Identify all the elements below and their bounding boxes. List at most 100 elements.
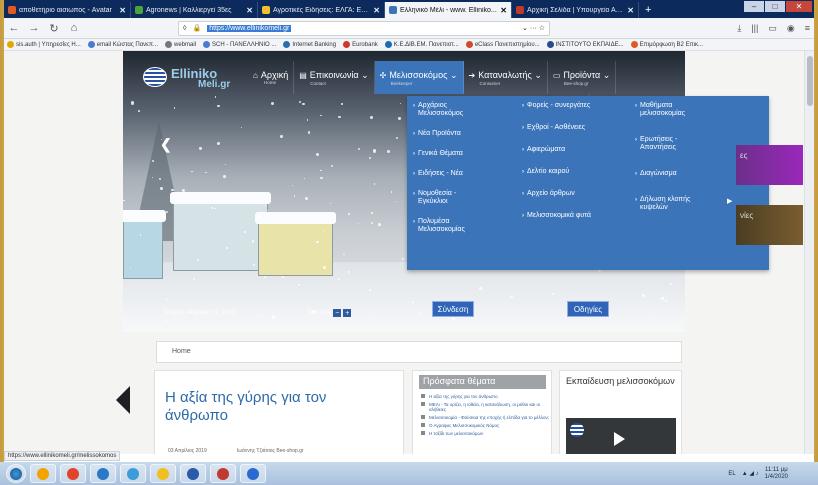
recent-topic-link[interactable]: Μελισσοκομία - Φαύσκια της εποχής ή ελπί… [421,415,549,420]
bookmark-item[interactable]: Internet Banking [283,41,336,48]
dropdown-item[interactable]: › Μελισσοκομικά φυτά [522,212,591,220]
close-tab-icon[interactable]: ✕ [119,6,126,15]
slideshow-prev-icon[interactable]: ❮ [160,136,172,153]
bookmark-item[interactable]: ΙΝΣΤΙΤΟΥΤΟ ΕΚΠΑΙΔΕ... [546,41,624,48]
bookmark-item[interactable]: webmail [165,41,196,48]
bookmark-icon [203,41,211,48]
recent-topic-link[interactable]: Ο Αγραφος Μελισσοκομικός Νόμος [421,423,549,428]
dropdown-item[interactable]: › Νέα Προϊόντα [413,130,482,138]
dropdown-item[interactable]: › Δελτίο καιρού [522,168,591,176]
taskbar-app-icon[interactable] [240,464,266,483]
dropdown-item[interactable]: › Δήλωση κλοπής κυψελών [635,196,704,212]
bookmark-item[interactable]: email Κώστας Πανεπ... [87,41,158,48]
page-actions-icon[interactable]: ⌄ ··· ☆ [522,24,545,32]
beehive-image [123,210,166,279]
minimize-button[interactable]: – [744,1,764,12]
menu-item[interactable]: ➔ Καταναλωτής ⌄ Consumer [464,61,548,94]
bookmark-item[interactable]: Eurobank [343,41,378,48]
download-icon[interactable]: ⤓ [737,23,741,34]
browser-tab[interactable]: Αγροτικές Ειδήσεις: ΕΛΓΑ: Επι... ✕ [258,2,385,18]
dropdown-item[interactable]: › Διαγώνισμα [635,170,704,178]
taskbar-app-icon[interactable] [90,464,116,483]
dropdown-item[interactable]: › Νομοθεσία - Εγκύκλιοι [413,190,482,206]
guides-button[interactable]: Οδηγίες [567,301,609,317]
page-scrollbar[interactable] [804,51,814,454]
menu-item-label: Προϊόντα [563,69,601,80]
taskbar-app-icon[interactable] [30,464,56,483]
dropdown-item[interactable]: › Μαθήματα μελισσοκομίας [635,102,704,118]
training-video[interactable] [566,418,676,454]
beehive-image [255,212,336,276]
chevron-right-icon: › [522,169,524,175]
taskbar-app-icon[interactable] [150,464,176,483]
account-icon[interactable]: ◉ [787,23,795,34]
back-icon[interactable]: ← [8,22,20,34]
recent-topic-link[interactable]: ΜΕΛι - Τα ορίζει, η ιοθεία, η κατανάλωση… [421,402,549,412]
reload-icon[interactable]: ↻ [48,22,60,35]
language-indicator[interactable]: EL [728,471,735,477]
bookmark-item[interactable]: eClass Πανεπιστημίου... [465,41,540,48]
close-tab-icon[interactable]: ✕ [373,6,380,15]
tab-title: Ελληνικό Μέλι - www. Elliniko... [400,6,497,14]
menu-item[interactable]: ▭ Προϊόντα ⌄ Bee-shop.gr [548,61,617,94]
dropdown-item[interactable]: › Εχθροί - Ασθένειες [522,124,591,132]
taskbar-app-icon[interactable] [60,464,86,483]
menu-item[interactable]: ⌂ Αρχική Home [248,61,295,94]
dropdown-item[interactable]: › Αφιερώματα [522,146,591,154]
menu-icon[interactable]: ≡ [805,23,810,34]
browser-tab[interactable]: Ελληνικό Μέλι - www. Elliniko... ✕ [385,2,512,18]
start-button[interactable] [6,464,26,483]
home-button-icon[interactable]: ⌂ [68,22,80,34]
dropdown-item-label: Νέα Προϊόντα [418,130,461,137]
close-tab-icon[interactable]: ✕ [627,6,634,15]
bookmark-item[interactable]: SCH - ΠΑΝΕΛΛΗΝΙΟ ... [203,41,276,48]
dropdown-item[interactable]: › Ερωτήσεις - Απαντήσεις [635,136,704,152]
menu-item[interactable]: ▤ Επικοινωνία ⌄ Contact [294,61,375,94]
dropdown-item[interactable]: › Πολυμέσα Μελισσοκομίας [413,218,482,234]
bookmark-item[interactable]: sis.auth | Υπηρεσίες Η... [7,41,81,48]
sidebar-icon[interactable]: ▭ [768,23,777,34]
dropdown-item[interactable]: › Ειδήσεις - Νέα [413,170,482,178]
breadcrumb-home-link[interactable]: Home [172,348,191,355]
dropdown-item[interactable]: › Αρχείο άρθρων [522,190,591,198]
bookmark-icon [283,41,291,48]
url-text[interactable]: https://www.ellinikomeli.gr [207,24,292,32]
taskbar-app-icon[interactable] [210,464,236,483]
side-banner-2[interactable]: νίες [736,205,803,245]
side-banner-1[interactable]: ες [736,145,803,185]
recent-topic-link[interactable]: Η αξία της γύρης για τον άνθρωπο [421,394,549,399]
close-window-button[interactable]: ✕ [786,1,812,12]
taskbar-app-icon[interactable] [120,464,146,483]
dropdown-item[interactable]: › Αρχάριος Μελισσοκόμος [413,102,482,118]
address-bar[interactable]: ◊ 🔒 https://www.ellinikomeli.gr ⌄ ··· ☆ [178,20,550,36]
bookmark-icon [465,41,473,48]
play-icon[interactable] [614,432,625,446]
menu-item[interactable]: ✣ Μελισσοκόμος ⌄ Beekeeper [374,61,464,94]
bookmark-item[interactable]: Κ.Ε.ΔΙΒ.ΕΜ. Πανεπιστ... [384,41,459,48]
tray-icons[interactable]: ▲ ◢ ♪ [742,470,759,477]
dropdown-item[interactable]: › Γενικά Θέματα [413,150,482,158]
text-size-plus-button[interactable]: + [343,309,352,317]
library-icon[interactable]: ||| [751,23,758,34]
article-title[interactable]: Η αξία της γύρης για τον άνθρωπο [165,389,365,425]
maximize-button[interactable]: □ [765,1,785,12]
taskbar-app-icon[interactable] [180,464,206,483]
close-tab-icon[interactable]: ✕ [500,6,507,15]
forward-icon[interactable]: → [28,22,40,34]
login-button[interactable]: Σύνδεση [432,301,474,317]
recent-topic-link[interactable]: Η ταξίδι των μελισσοκόμων [421,431,549,436]
close-tab-icon[interactable]: ✕ [246,6,253,15]
date-bar: Τετάρτη, Απρίλιος 01, 2020 Text Size − + [123,306,423,320]
dropdown-item[interactable]: › Φορείς - συνεργάτες [522,102,591,110]
bookmark-label: Επιμόρφωση Β2 Επικ... [639,41,704,48]
browser-tab[interactable]: Agronews | Καλλιεργεί 35ες ✕ [131,2,258,18]
bookmark-item[interactable]: Επιμόρφωση Β2 Επικ... [630,41,704,48]
text-size-minus-button[interactable]: − [333,309,342,317]
clock[interactable]: 11:11 μμ 1/4/2020 [765,467,788,481]
site-logo[interactable]: Elliniko Meli.gr [123,61,248,94]
browser-tab[interactable]: Αρχική Σελίδα | Υπουργείο Αγ... ✕ [512,2,639,18]
new-tab-button[interactable]: + [639,2,657,18]
scrollbar-thumb[interactable] [807,56,813,106]
training-panel: Εκπαίδευση μελισσοκόμων [559,370,682,454]
browser-tab[interactable]: αποθετήριο αισιωπος - Avatar ✕ [4,2,131,18]
